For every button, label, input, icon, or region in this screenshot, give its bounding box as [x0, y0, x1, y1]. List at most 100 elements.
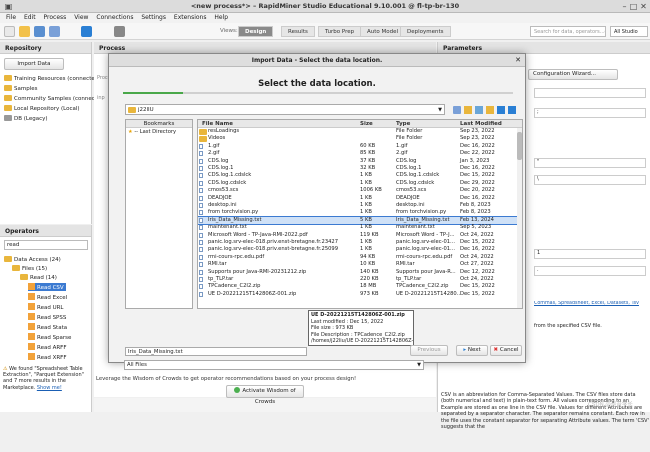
file-row[interactable]: UE D-20221215T142806Z-001.zip 973 KB UE D-… — [198, 291, 520, 298]
param-field-2[interactable]: ; — [534, 108, 646, 118]
menu-extensions[interactable]: Extensions — [174, 14, 207, 21]
file-row[interactable]: panic.log.srv-elec-018.priv.enst-bretagn… — [198, 246, 520, 253]
up-folder-icon[interactable] — [464, 106, 472, 114]
minimize-icon[interactable]: – — [620, 2, 629, 11]
tab-design[interactable]: Design — [238, 26, 274, 37]
view-icon[interactable] — [497, 106, 505, 114]
tab-results[interactable]: Results — [281, 26, 315, 37]
file-row[interactable]: DEADJOE 1 KB DEADJOE Dec 16, 2022 — [198, 195, 520, 202]
op-read-url[interactable]: Read URL — [28, 303, 63, 311]
show-me-link[interactable]: Show me! — [37, 385, 62, 391]
operator-search-input[interactable]: read — [4, 240, 88, 250]
op-read-xrff[interactable]: Read XRFF — [28, 353, 67, 361]
new-folder-icon[interactable] — [486, 106, 494, 114]
file-row[interactable]: Microsoft Word - TP-Java-RMI-2022.pdf 119… — [198, 232, 520, 239]
file-row[interactable]: Supports pour Java-RMI-20231212.zip 140 K… — [198, 269, 520, 276]
file-rows: resLoadings File Folder Sep 23, 2022 Videos… — [198, 126, 521, 308]
op-read-arff[interactable]: Read ARFF — [28, 343, 66, 351]
file-size: 94 KB — [360, 253, 376, 260]
file-row[interactable]: TPCadence_C2I2.zip 18 MB TPCadence_C2I2.zi… — [198, 283, 520, 290]
back-icon[interactable] — [453, 106, 461, 114]
next-button[interactable]: ▸ Next — [456, 345, 488, 356]
file-row[interactable]: desktop.ini 1 KB desktop.ini Feb 8, 2023 — [198, 202, 520, 209]
new-process-icon[interactable] — [4, 26, 15, 37]
op-read-sparse[interactable]: Read Sparse — [28, 333, 71, 341]
configuration-wizard-button[interactable]: Configuration Wizard... — [528, 69, 618, 80]
param-field-1[interactable] — [534, 88, 646, 98]
repo-item-db[interactable]: DB (Legacy) — [4, 115, 48, 122]
file-table: File Name Size Type Last Modified resLoa… — [197, 119, 523, 309]
file-row[interactable]: resLoadings File Folder Sep 23, 2022 — [198, 128, 520, 135]
file-row[interactable]: Videos File Folder Sep 23, 2022 — [198, 135, 520, 143]
file-row[interactable]: 2.gif 85 KB 2.gif Dec 22, 2022 — [198, 150, 520, 157]
param-field-3[interactable]: " — [534, 158, 646, 168]
menu-settings[interactable]: Settings — [141, 14, 166, 21]
close-icon[interactable]: ✕ — [639, 2, 648, 11]
file-type-filter[interactable]: All Files ▼ — [124, 360, 424, 370]
previous-button[interactable]: Previous — [410, 345, 448, 356]
cancel-button[interactable]: ✖ Cancel — [490, 345, 522, 356]
file-row[interactable]: 1.gif 60 KB 1.gif Dec 16, 2022 — [198, 143, 520, 150]
file-row[interactable]: rmi-cours-rpc.edu.pdf 94 KB rmi-cours-rpc.… — [198, 254, 520, 261]
file-row[interactable]: from torchvision.py 1 KB from torchvision.… — [198, 209, 520, 216]
file-row[interactable]: CDS.log.1.cdslck 1 KB CDS.log.1.cdslck Dec … — [198, 172, 520, 179]
dialog-close-icon[interactable]: ✕ — [515, 54, 521, 67]
param-field-4[interactable]: \ — [534, 175, 646, 185]
repo-item-training[interactable]: Training Resources (connected) — [4, 75, 100, 82]
file-row[interactable]: CDS.log.cdslck 1 KB CDS.log.cdslck Dec 29, … — [198, 180, 520, 187]
file-type: CDS.log — [396, 157, 417, 164]
save-icon[interactable] — [34, 26, 45, 37]
param-field-5[interactable]: 1 — [534, 249, 646, 259]
file-row[interactable]: panic.log.srv-elec-018.priv.enst-bretagn… — [198, 239, 520, 246]
menu-help[interactable]: Help — [214, 14, 228, 21]
file-icon — [199, 180, 203, 186]
tooltip-modified: Last modified : Dec 15, 2022 — [311, 318, 384, 325]
op-read-csv[interactable]: Read CSV — [28, 283, 66, 291]
file-size: 1 KB — [360, 239, 372, 245]
file-row[interactable]: maintenant.txt 1 KB maintenant.txt Sep 5, 2… — [198, 224, 520, 231]
op-read[interactable]: Read (14) — [20, 274, 57, 281]
menu-process[interactable]: Process — [44, 14, 67, 21]
path-combo[interactable]: j22lIU ▼ — [125, 104, 445, 115]
repo-item-local[interactable]: Local Repository (Local) — [4, 105, 80, 112]
op-read-stata[interactable]: Read Stata — [28, 323, 67, 331]
stop-icon[interactable] — [114, 26, 125, 37]
tab-turbo-prep[interactable]: Turbo Prep — [318, 26, 362, 37]
import-data-button[interactable]: Import Data — [4, 58, 64, 70]
filename-input[interactable]: Iris_Data_Missing.txt — [125, 347, 307, 356]
repo-item-samples[interactable]: Samples — [4, 85, 38, 92]
param-field-6[interactable]: . — [534, 266, 646, 276]
details-icon[interactable] — [508, 106, 516, 114]
op-read-spss[interactable]: Read SPSS — [28, 313, 66, 321]
tags-links[interactable]: Commas, Spreadsheet, Excel, Datasets, Ts… — [534, 301, 649, 306]
home-icon[interactable] — [475, 106, 483, 114]
file-scrollbar[interactable] — [517, 128, 522, 308]
op-files[interactable]: Files (15) — [12, 265, 47, 272]
activate-wisdom-button[interactable]: Activate Wisdom of Crowds — [226, 385, 304, 405]
menu-connections[interactable]: Connections — [96, 14, 133, 21]
file-row[interactable]: tp_TLP.tar 220 KB tp_TLP.tar Oct 24, 2022 — [198, 276, 520, 283]
bookmark-last-directory[interactable]: ★ -- Last Directory — [126, 129, 192, 135]
filter-chevron-down-icon: ▼ — [417, 362, 421, 368]
file-modified: Sep 5, 2023 — [460, 224, 492, 231]
open-icon[interactable] — [19, 26, 30, 37]
run-icon[interactable] — [81, 26, 92, 37]
file-row[interactable]: CDS.log.1 32 KB CDS.log.1 Dec 16, 2022 — [198, 165, 520, 172]
tab-deployments[interactable]: Deployments — [400, 26, 451, 37]
file-modified: Dec 15, 2022 — [460, 239, 495, 245]
global-search-input[interactable]: Search for data, operators...ell — [530, 26, 606, 37]
maximize-icon[interactable]: □ — [629, 2, 638, 11]
op-data-access[interactable]: Data Access (24) — [4, 256, 61, 263]
studio-mode-select[interactable]: All Studio — [610, 26, 648, 37]
repo-item-community[interactable]: Community Samples (connected) — [4, 95, 106, 102]
menu-file[interactable]: File — [6, 14, 16, 21]
menu-edit[interactable]: Edit — [24, 14, 36, 21]
file-row[interactable]: Iris_Data_Missing.txt 5 KB Iris_Data_Missi… — [198, 215, 521, 226]
menu-view[interactable]: View — [74, 14, 88, 21]
tab-auto-model[interactable]: Auto Model — [360, 26, 406, 37]
file-row[interactable]: RMI.tar 10 KB RMI.tar Oct 27, 2022 — [198, 261, 520, 268]
file-row[interactable]: cmos53.scs 1006 KB cmos53.scs Dec 20, 2022 — [198, 187, 520, 194]
op-read-excel[interactable]: Read Excel — [28, 293, 67, 301]
undo-icon[interactable] — [49, 26, 60, 37]
file-row[interactable]: CDS.log 37 KB CDS.log Jan 3, 2023 — [198, 158, 520, 165]
